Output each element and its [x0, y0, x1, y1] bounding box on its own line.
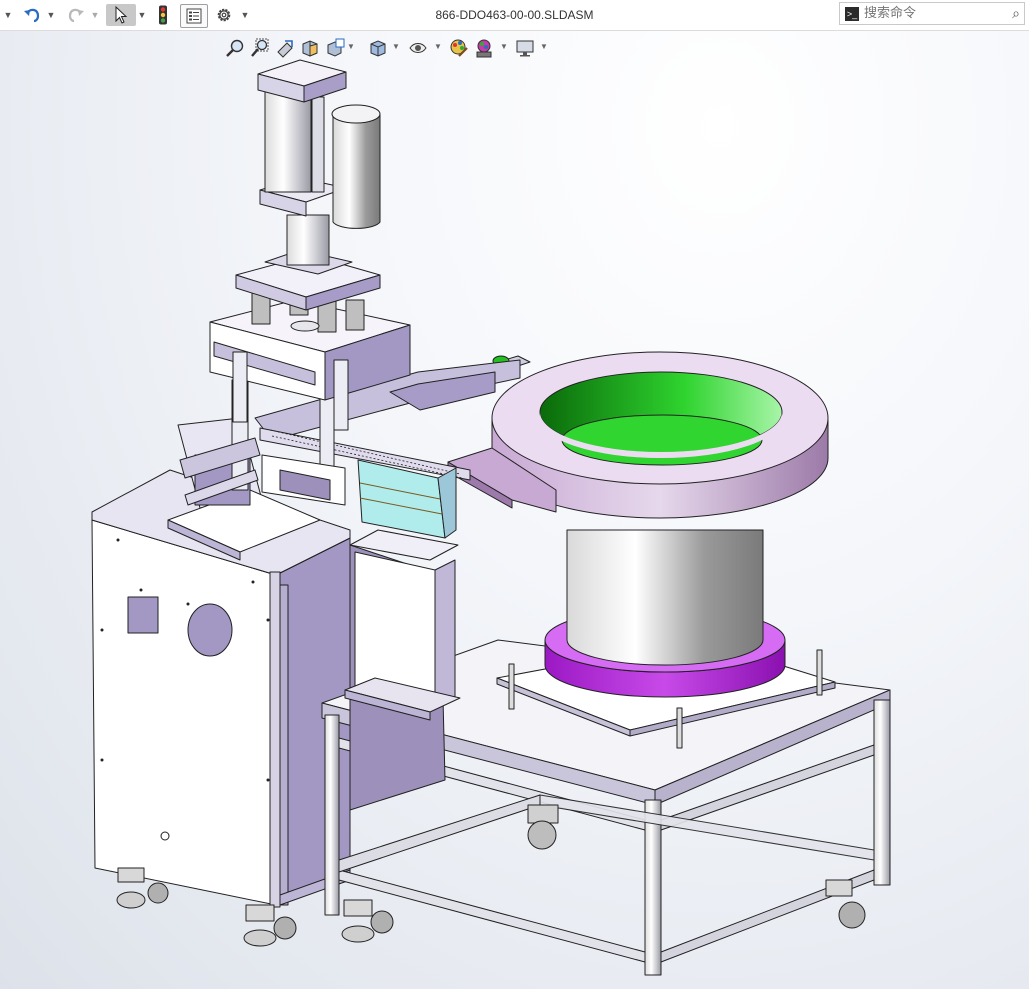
caster-mid-front: [243, 904, 297, 947]
view-settings-button[interactable]: [514, 36, 536, 60]
dynamic-annotation-dropdown[interactable]: ▼: [347, 42, 355, 51]
apply-scene-icon: [476, 39, 492, 58]
zoom-to-fit-icon: [226, 39, 244, 57]
bowl-drive-cylinder: [566, 529, 764, 666]
command-prompt-icon: >_: [845, 7, 859, 21]
cabinet-round-port: [187, 603, 233, 657]
hide-show-items-icon: [409, 43, 427, 53]
cabinet-front: [91, 519, 277, 906]
search-input[interactable]: [864, 5, 999, 22]
edit-appearance-icon: [450, 39, 468, 57]
cabinet-square-port: [127, 596, 159, 634]
zoom-to-area-button[interactable]: [249, 36, 271, 60]
previous-view-icon: [277, 40, 293, 58]
view-orientation-icon: [370, 40, 386, 57]
cylinder-rod: [286, 214, 330, 266]
command-search[interactable]: >_ ⌕: [839, 2, 1025, 25]
view-settings-icon: [516, 40, 534, 57]
title-bar: ▼ ▼ ▼ ▼ ▼ 866-DDO463-00-00.SLDASM >_ 搜索命…: [0, 0, 1029, 31]
gas-tank: [332, 114, 381, 229]
zoom-to-fit-button[interactable]: [224, 36, 246, 60]
section-view-button[interactable]: [299, 36, 321, 60]
caster-table-right: [825, 879, 866, 929]
graphics-area[interactable]: [0, 31, 1029, 989]
view-orientation-dropdown[interactable]: ▼: [392, 42, 400, 51]
zoom-to-area-icon: [251, 38, 269, 57]
caster-table-front: [341, 899, 394, 943]
assembly-model: [91, 59, 891, 976]
apply-scene-button[interactable]: [473, 36, 495, 60]
apply-scene-dropdown[interactable]: ▼: [500, 42, 508, 51]
caster-back: [527, 804, 559, 850]
air-cylinder: [264, 91, 312, 193]
hide-show-dropdown[interactable]: ▼: [434, 42, 442, 51]
view-settings-dropdown[interactable]: ▼: [540, 42, 548, 51]
frame-leg-back-right: [873, 699, 891, 886]
dynamic-annotation-button[interactable]: [324, 36, 346, 60]
frame-leg-front-right: [644, 799, 662, 976]
frame-leg-front-left: [324, 714, 340, 916]
edit-appearance-button[interactable]: [448, 36, 470, 60]
search-icon[interactable]: ⌕: [1012, 5, 1020, 22]
previous-view-button[interactable]: [274, 36, 296, 60]
dynamic-annotation-icon: [327, 38, 345, 57]
view-orientation-button[interactable]: [367, 36, 389, 60]
hide-show-items-button[interactable]: [407, 36, 429, 60]
section-view-icon: [302, 40, 318, 57]
